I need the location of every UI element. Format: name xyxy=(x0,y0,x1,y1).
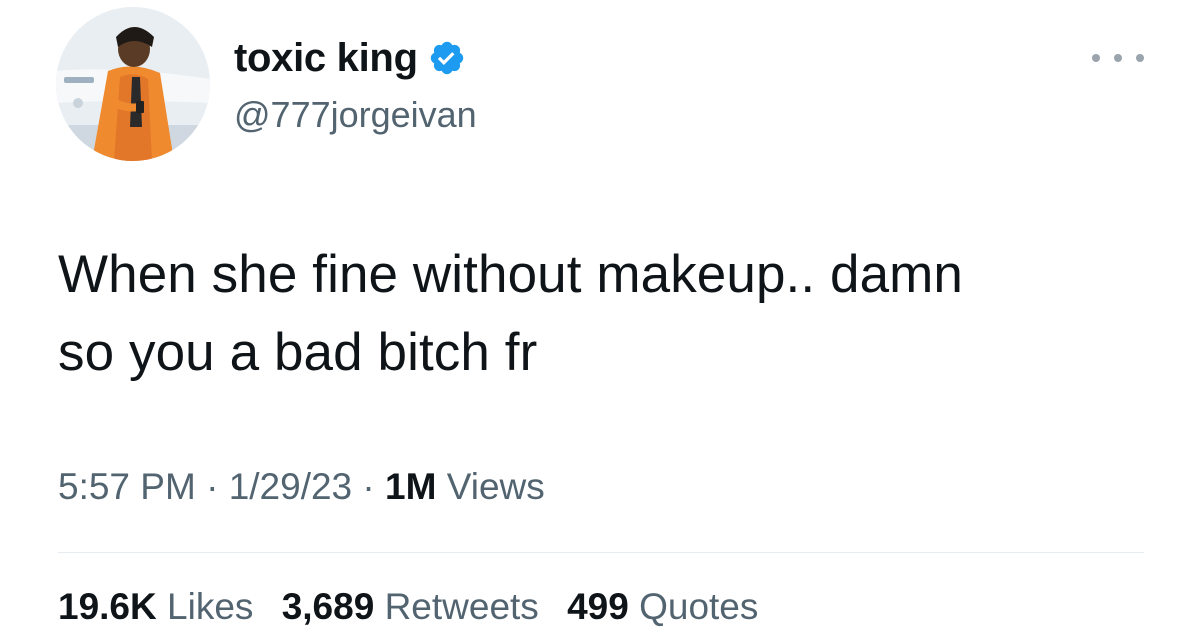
more-options-icon[interactable] xyxy=(1092,46,1144,70)
avatar-photo xyxy=(56,7,210,161)
tweet-date[interactable]: 1/29/23 xyxy=(229,466,352,507)
retweets-stat[interactable]: 3,689 Retweets xyxy=(282,586,549,627)
author-name-row[interactable]: toxic king xyxy=(234,30,466,86)
tweet-text-line: so you a bad bitch fr xyxy=(58,323,538,382)
retweets-count: 3,689 xyxy=(281,586,375,627)
meta-separator: · xyxy=(362,466,375,507)
verified-badge-icon xyxy=(428,39,466,77)
avatar[interactable] xyxy=(56,7,210,161)
views-label: Views xyxy=(446,466,545,507)
retweets-label: Retweets xyxy=(384,586,539,627)
tweet-text: When she fine without makeup.. damn so y… xyxy=(58,236,1158,392)
dot-icon xyxy=(1114,54,1122,62)
author-handle[interactable]: @777jorgeivan xyxy=(234,94,477,136)
display-name[interactable]: toxic king xyxy=(234,36,418,81)
quotes-stat[interactable]: 499 Quotes xyxy=(567,586,758,627)
meta-separator: · xyxy=(206,466,219,507)
divider xyxy=(58,552,1144,553)
dot-icon xyxy=(1092,54,1100,62)
likes-stat[interactable]: 19.6K Likes xyxy=(58,586,264,627)
tweet-stats: 19.6K Likes 3,689 Retweets 499 Quotes xyxy=(58,586,758,628)
quotes-count: 499 xyxy=(567,586,629,627)
views-count: 1M xyxy=(385,466,437,507)
dot-icon xyxy=(1136,54,1144,62)
tweet-meta: 5:57 PM · 1/29/23 · 1M Views xyxy=(58,466,545,508)
tweet-card: toxic king @777jorgeivan When she fine w… xyxy=(0,0,1200,635)
likes-label: Likes xyxy=(167,586,254,627)
tweet-text-line: When she fine without makeup.. damn xyxy=(58,245,963,304)
quotes-label: Quotes xyxy=(639,586,759,627)
tweet-time[interactable]: 5:57 PM xyxy=(58,466,196,507)
likes-count: 19.6K xyxy=(58,586,157,627)
